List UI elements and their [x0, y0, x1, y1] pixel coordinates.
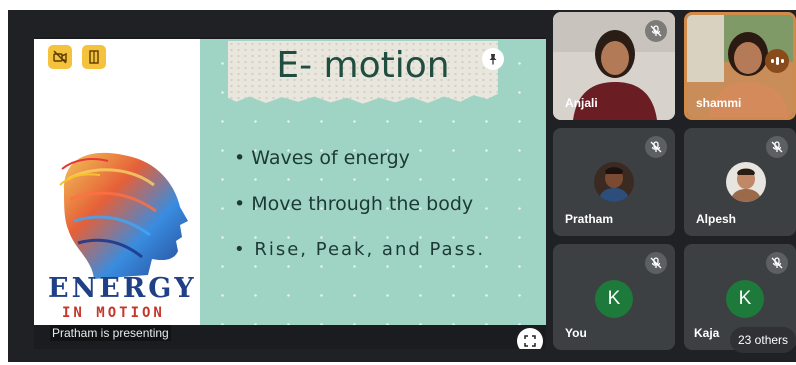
participant-tile-shammi[interactable]: shammi: [684, 12, 796, 120]
slide-bullet: • Rise, Peak, and Pass.: [234, 239, 486, 260]
fullscreen-icon: [524, 335, 536, 347]
shared-slide: ENERGY IN MOTION E- motion • Waves of en…: [34, 39, 546, 325]
presenter-label: Pratham is presenting: [50, 325, 171, 341]
logo-motion-text: IN MOTION: [62, 305, 165, 321]
mic-off-icon: [645, 252, 667, 274]
slide-bullet: • Move through the body: [234, 193, 474, 215]
mic-off-icon: [766, 252, 788, 274]
camera-off-icon[interactable]: [48, 45, 72, 69]
mic-off-icon: [645, 136, 667, 158]
participant-tile-alpesh[interactable]: Alpesh: [684, 128, 796, 236]
participant-name: You: [565, 326, 587, 340]
logo-energy-text: ENERGY: [48, 273, 197, 304]
presentation-area[interactable]: ENERGY IN MOTION E- motion • Waves of en…: [34, 37, 546, 349]
participant-tile-pratham[interactable]: Pratham: [553, 128, 675, 236]
slide-bullet-list: • Waves of energy • Move through the bod…: [234, 147, 540, 285]
avatar: [726, 162, 766, 202]
participant-name: Kaja: [694, 326, 720, 340]
participant-tile-you[interactable]: K You: [553, 244, 675, 350]
participant-name: Pratham: [565, 212, 614, 226]
others-count-button[interactable]: 23 others: [730, 327, 796, 353]
slide-badges: [48, 45, 106, 69]
slide-content-panel: E- motion • Waves of energy • Move throu…: [200, 39, 546, 325]
door-icon[interactable]: [82, 45, 106, 69]
avatar: K: [595, 280, 633, 318]
audio-level-icon: [765, 49, 789, 73]
participant-name: shammi: [696, 96, 742, 110]
avatar: [594, 162, 634, 202]
participant-name: Anjali: [565, 96, 598, 110]
slide-logo-panel: ENERGY IN MOTION: [34, 39, 200, 325]
mic-off-icon: [645, 20, 667, 42]
participant-name: Alpesh: [696, 212, 737, 226]
mic-off-icon: [766, 136, 788, 158]
slide-title: E- motion: [276, 45, 450, 86]
participant-tile-anjali[interactable]: Anjali: [553, 12, 675, 120]
meeting-stage: ENERGY IN MOTION E- motion • Waves of en…: [8, 10, 796, 362]
fullscreen-button[interactable]: [517, 328, 543, 349]
avatar: K: [726, 280, 764, 318]
slide-bullet: • Waves of energy: [234, 147, 410, 169]
